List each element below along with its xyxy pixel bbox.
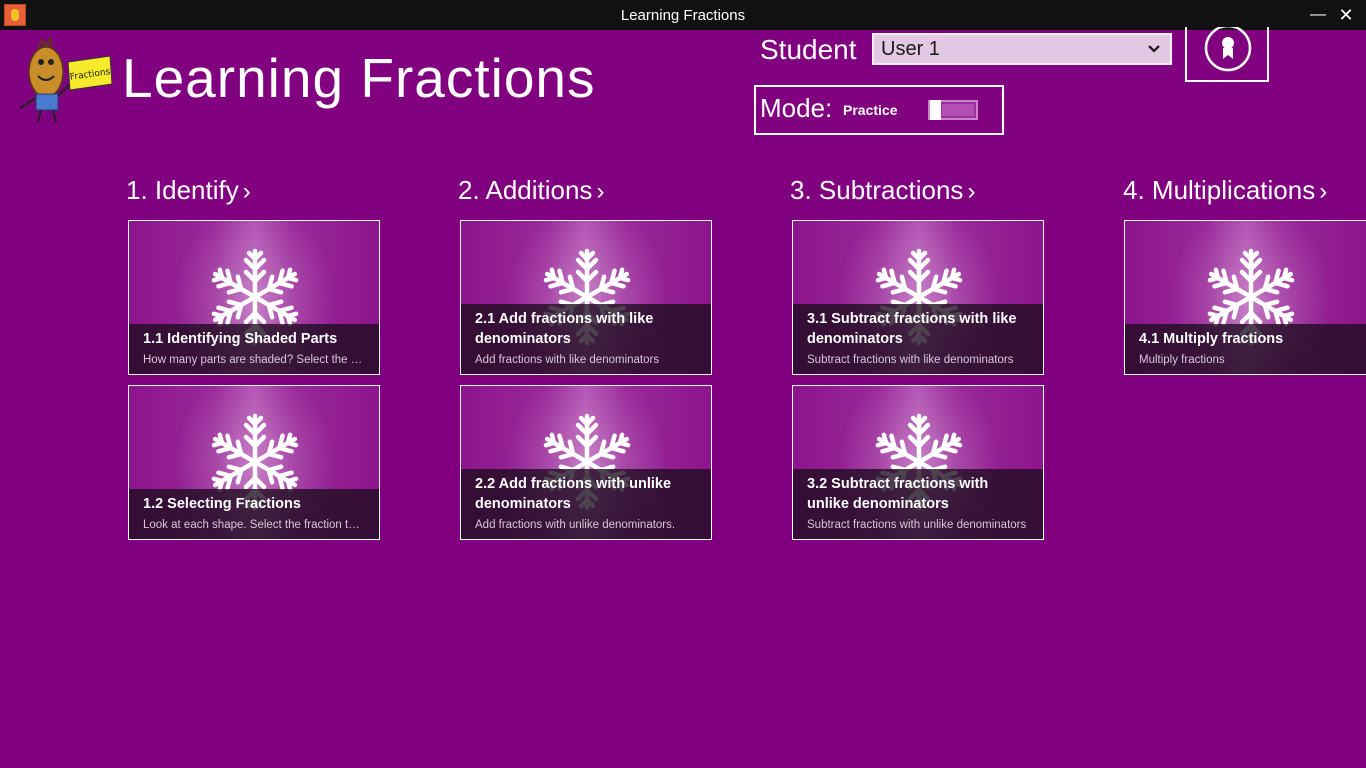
minimize-button[interactable]: — (1306, 0, 1330, 30)
group-header-label: 2. Additions (458, 175, 593, 205)
tile-description: Subtract fractions with like denominator… (807, 354, 1014, 366)
chevron-right-icon: › (1319, 178, 1328, 205)
tile-caption: 3.2 Subtract fractions with unlike denom… (793, 469, 1043, 539)
tile-caption: 1.2 Selecting Fractions Look at each sha… (129, 489, 379, 539)
tile-description: Look at each shape. Select the fraction … (143, 519, 365, 531)
tile-2-1[interactable]: 2.1 Add fractions with like denominators… (460, 220, 712, 375)
awards-button[interactable] (1185, 27, 1269, 82)
tile-title: 1.1 Identifying Shaded Parts (143, 331, 338, 347)
group-header-subtractions[interactable]: 3. Subtractions › (790, 175, 975, 206)
group-header-label: 3. Subtractions (790, 175, 964, 205)
toggle-thumb[interactable] (930, 100, 941, 120)
tile-description: Add fractions with like denominators (475, 354, 660, 366)
chevron-down-icon (1148, 45, 1160, 53)
tile-3-2[interactable]: 3.2 Subtract fractions with unlike denom… (792, 385, 1044, 540)
title-bar: Learning Fractions — ✕ (0, 0, 1366, 30)
tile-title: 2.2 Add fractions with unlike denominato… (475, 476, 672, 512)
group-header-label: 1. Identify (126, 175, 239, 205)
tile-title: 3.2 Subtract fractions with unlike denom… (807, 476, 989, 512)
group-header-label: 4. Multiplications (1123, 175, 1316, 205)
tile-description: Add fractions with unlike denominators. (475, 519, 676, 531)
chevron-right-icon: › (967, 178, 976, 205)
tile-description: Subtract fractions with unlike denominat… (807, 519, 1027, 531)
tile-title: 1.2 Selecting Fractions (143, 496, 301, 512)
tile-4-1[interactable]: 4.1 Multiply fractions Multiply fraction… (1124, 220, 1366, 375)
group-header-additions[interactable]: 2. Additions › (458, 175, 604, 206)
award-ribbon-icon (1204, 27, 1252, 72)
chevron-right-icon: › (596, 178, 605, 205)
tile-title: 2.1 Add fractions with like denominators (475, 311, 654, 347)
tile-caption: 4.1 Multiply fractions Multiply fraction… (1125, 324, 1366, 374)
tile-1-1[interactable]: 1.1 Identifying Shaded Parts How many pa… (128, 220, 380, 375)
tile-2-2[interactable]: 2.2 Add fractions with unlike denominato… (460, 385, 712, 540)
student-label: Student (760, 34, 857, 65)
chevron-right-icon: › (242, 178, 251, 205)
group-header-multiplications[interactable]: 4. Multiplications › (1123, 175, 1327, 206)
mode-toggle[interactable] (928, 100, 978, 120)
tile-caption: 2.2 Add fractions with unlike denominato… (461, 469, 711, 539)
page-title: Learning Fractions (122, 47, 596, 109)
mode-panel: Mode: Practice (754, 85, 1004, 135)
tile-3-1[interactable]: 3.1 Subtract fractions with like denomin… (792, 220, 1044, 375)
student-select[interactable]: User 1 (872, 33, 1172, 65)
student-selected-value: User 1 (881, 38, 940, 60)
close-button[interactable]: ✕ (1334, 0, 1358, 30)
toggle-track (942, 104, 974, 116)
mode-label: Mode: (760, 93, 833, 123)
window-title: Learning Fractions (620, 7, 746, 24)
tile-title: 3.1 Subtract fractions with like denomin… (807, 311, 1017, 347)
tile-1-2[interactable]: 1.2 Selecting Fractions Look at each sha… (128, 385, 380, 540)
tile-caption: 3.1 Subtract fractions with like denomin… (793, 304, 1043, 374)
tile-description: Multiply fractions (1139, 354, 1225, 366)
tile-caption: 2.1 Add fractions with like denominators… (461, 304, 711, 374)
mascot-logo: Fractions (19, 36, 113, 123)
tile-title: 4.1 Multiply fractions (1139, 331, 1284, 347)
group-header-identify[interactable]: 1. Identify › (126, 175, 251, 206)
tile-caption: 1.1 Identifying Shaded Parts How many pa… (129, 324, 379, 374)
mode-value: Practice (843, 102, 898, 118)
tile-description: How many parts are shaded? Select the fr… (143, 354, 365, 366)
